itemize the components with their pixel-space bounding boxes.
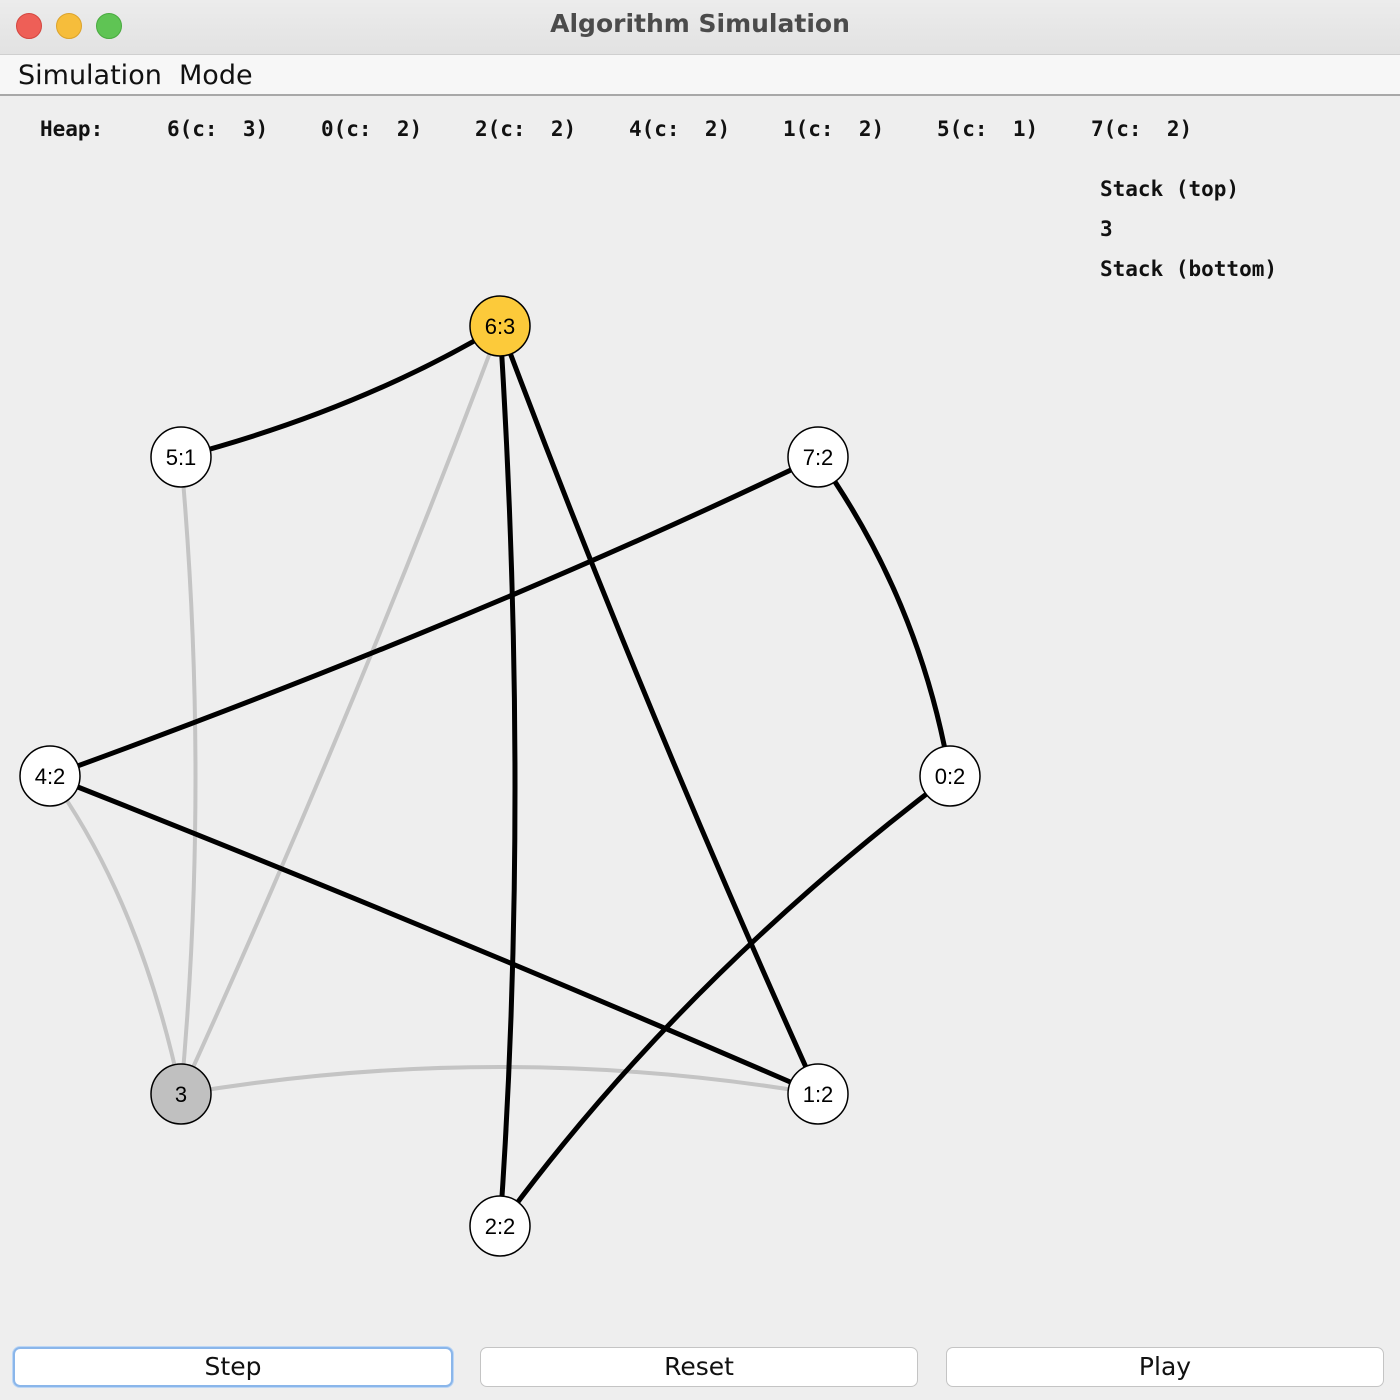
graph-edge-7-0	[815, 455, 953, 777]
graph-edge-7-4	[49, 454, 820, 779]
node-label: 3	[175, 1082, 187, 1107]
graph-node-1[interactable]: 1:2	[787, 1063, 849, 1125]
graph-edge-3-1	[180, 1065, 819, 1096]
graph-edge-4-3	[48, 774, 183, 1095]
step-button[interactable]: Step	[13, 1347, 453, 1387]
graph-edge-5-6	[180, 323, 502, 460]
graph-node-0[interactable]: 0:2	[919, 745, 981, 807]
play-button[interactable]: Play	[946, 1347, 1384, 1387]
node-label: 5:1	[166, 445, 197, 470]
node-label: 6:3	[485, 314, 516, 339]
graph-node-7[interactable]: 7:2	[787, 426, 849, 488]
node-label: 7:2	[803, 445, 834, 470]
node-label: 2:2	[485, 1214, 516, 1239]
graph-node-6[interactable]: 6:3	[469, 295, 531, 357]
graph-node-4[interactable]: 4:2	[19, 745, 81, 807]
graph-edge-4-1	[49, 773, 819, 1097]
graph-node-5[interactable]: 5:1	[150, 426, 212, 488]
graph-node-2[interactable]: 2:2	[469, 1195, 531, 1257]
graph-edge-5-3	[179, 456, 198, 1095]
node-label: 0:2	[935, 764, 966, 789]
reset-button[interactable]: Reset	[480, 1347, 918, 1387]
graph-node-3[interactable]: 3	[150, 1063, 212, 1125]
graph-edge-6-2	[497, 325, 518, 1227]
node-label: 4:2	[35, 764, 66, 789]
graph-edge-0-2	[497, 774, 952, 1228]
node-label: 1:2	[803, 1082, 834, 1107]
graph-canvas: 6:3 5:1 7:2 4:2 0:2 3 1:2 2:2	[19, 295, 981, 1257]
